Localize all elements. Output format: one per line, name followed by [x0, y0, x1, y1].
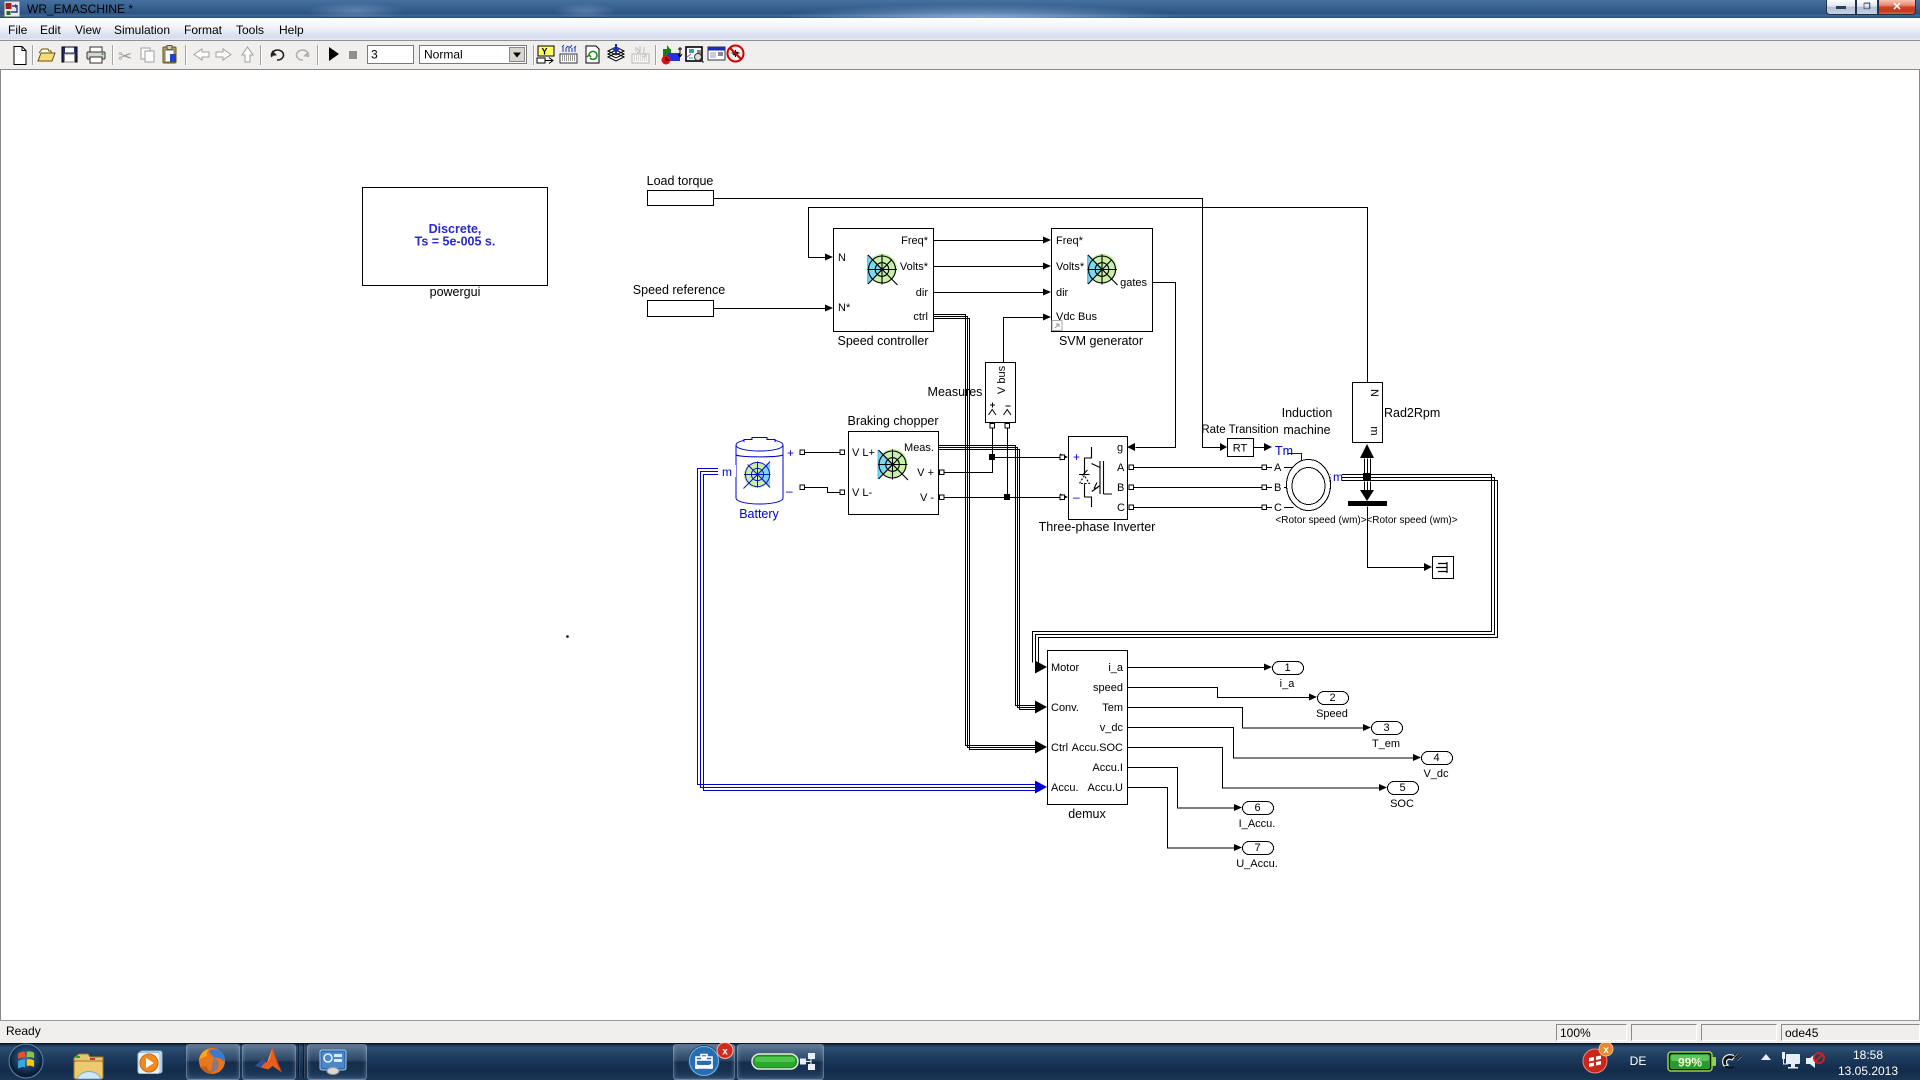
svg-text:i_a: i_a: [1108, 662, 1124, 674]
svg-text:5: 5: [1399, 782, 1405, 794]
svg-text:13.05.2013: 13.05.2013: [1838, 1064, 1898, 1078]
svg-text:Ctrl: Ctrl: [1051, 742, 1068, 754]
svg-text:–: –: [786, 484, 793, 498]
svg-text:m: m: [1333, 470, 1343, 484]
svg-text:Ts = 5e-005 s.: Ts = 5e-005 s.: [415, 235, 496, 249]
svg-text:powergui: powergui: [430, 285, 481, 299]
svg-text:N: N: [1368, 389, 1380, 397]
svg-text:U_Accu.: U_Accu.: [1236, 858, 1278, 870]
svg-text:V -: V -: [920, 492, 934, 504]
svg-text:Battery: Battery: [739, 507, 779, 521]
svg-text:Freq*: Freq*: [901, 235, 929, 247]
svg-text:Speed controller: Speed controller: [837, 334, 928, 348]
svg-text:demux: demux: [1068, 807, 1106, 821]
svg-text:1: 1: [1284, 662, 1290, 674]
svg-text:7: 7: [1254, 842, 1260, 854]
svg-text:T_em: T_em: [1372, 738, 1400, 750]
svg-text:Normal: Normal: [424, 48, 463, 62]
svg-text:B: B: [1117, 482, 1124, 494]
svg-text:Rate Transition: Rate Transition: [1201, 424, 1278, 436]
svg-text:SOC: SOC: [1390, 798, 1414, 810]
svg-text:I_Accu.: I_Accu.: [1239, 818, 1276, 830]
svg-text:Induction: Induction: [1282, 406, 1333, 420]
svg-text:Accu.U: Accu.U: [1088, 782, 1124, 794]
svg-text:–: –: [1073, 490, 1080, 504]
svg-text:C: C: [1274, 502, 1282, 514]
svg-text:B: B: [1274, 482, 1281, 494]
svg-text:ctrl: ctrl: [913, 311, 928, 323]
svg-text:x: x: [1603, 1045, 1609, 1056]
svg-text:Measures: Measures: [928, 385, 983, 399]
svg-text:3: 3: [371, 48, 378, 62]
svg-text:m: m: [1368, 426, 1380, 435]
svg-text:V L-: V L-: [852, 487, 873, 499]
svg-text:dir: dir: [916, 287, 929, 299]
svg-text:x: x: [722, 1047, 728, 1058]
svg-text:2: 2: [1329, 692, 1335, 704]
svg-text:N*: N*: [838, 302, 851, 314]
svg-text:Meas.: Meas.: [904, 442, 934, 454]
svg-text:C: C: [1117, 502, 1125, 514]
svg-text:Three-phase Inverter: Three-phase Inverter: [1039, 520, 1156, 534]
svg-text:SVM generator: SVM generator: [1059, 334, 1143, 348]
svg-text:+: +: [1073, 450, 1080, 464]
svg-text:V L+: V L+: [852, 447, 875, 459]
svg-text:A: A: [1117, 462, 1125, 474]
svg-text:Vdc Bus: Vdc Bus: [1056, 311, 1097, 323]
svg-text:machine: machine: [1283, 423, 1330, 437]
svg-text:Tem: Tem: [1102, 702, 1123, 714]
svg-text:<Rotor speed (wm)>: <Rotor speed (wm)>: [1366, 515, 1457, 526]
svg-text:99%: 99%: [1678, 1056, 1702, 1070]
svg-text:Load torque: Load torque: [647, 174, 714, 188]
svg-text:i_a: i_a: [1280, 678, 1296, 690]
svg-text:V_dc: V_dc: [1423, 768, 1449, 780]
svg-text:m: m: [722, 465, 732, 479]
svg-text:3: 3: [1383, 722, 1389, 734]
svg-text:Conv.: Conv.: [1051, 702, 1079, 714]
svg-text:4: 4: [1433, 752, 1439, 764]
svg-text:v_dc: v_dc: [1100, 722, 1124, 734]
svg-text:Accu.I: Accu.I: [1092, 762, 1123, 774]
svg-text:gates: gates: [1120, 277, 1147, 289]
svg-text:N: N: [838, 252, 846, 264]
svg-text:✂: ✂: [118, 47, 132, 66]
svg-text:Volts*: Volts*: [900, 261, 929, 273]
svg-text:<Rotor speed (wm)>: <Rotor speed (wm)>: [1275, 515, 1366, 526]
svg-text:Y: Y: [542, 47, 548, 57]
svg-text:Accu.SOC: Accu.SOC: [1072, 742, 1123, 754]
svg-text:18:58: 18:58: [1853, 1048, 1883, 1062]
svg-text:Braking chopper: Braking chopper: [847, 414, 938, 428]
svg-text:A: A: [1274, 462, 1282, 474]
svg-text:V +: V +: [917, 467, 934, 479]
svg-text:DE: DE: [1630, 1054, 1647, 1068]
svg-text:Speed reference: Speed reference: [633, 283, 725, 297]
svg-text:Motor: Motor: [1051, 662, 1079, 674]
svg-text:Freq*: Freq*: [1056, 235, 1084, 247]
svg-text:g: g: [1117, 442, 1123, 454]
svg-text:+: +: [787, 446, 794, 460]
svg-text:dir: dir: [1056, 287, 1069, 299]
svg-text:Tm: Tm: [1275, 444, 1293, 458]
svg-text:Rad2Rpm: Rad2Rpm: [1384, 406, 1440, 420]
svg-text:Volts*: Volts*: [1056, 261, 1085, 273]
svg-text:RT: RT: [1233, 443, 1248, 455]
svg-text:speed: speed: [1093, 682, 1123, 694]
svg-text:Speed: Speed: [1316, 708, 1348, 720]
svg-text:Accu.: Accu.: [1051, 782, 1079, 794]
svg-text:V bus: V bus: [996, 365, 1008, 394]
svg-text:6: 6: [1254, 802, 1260, 814]
